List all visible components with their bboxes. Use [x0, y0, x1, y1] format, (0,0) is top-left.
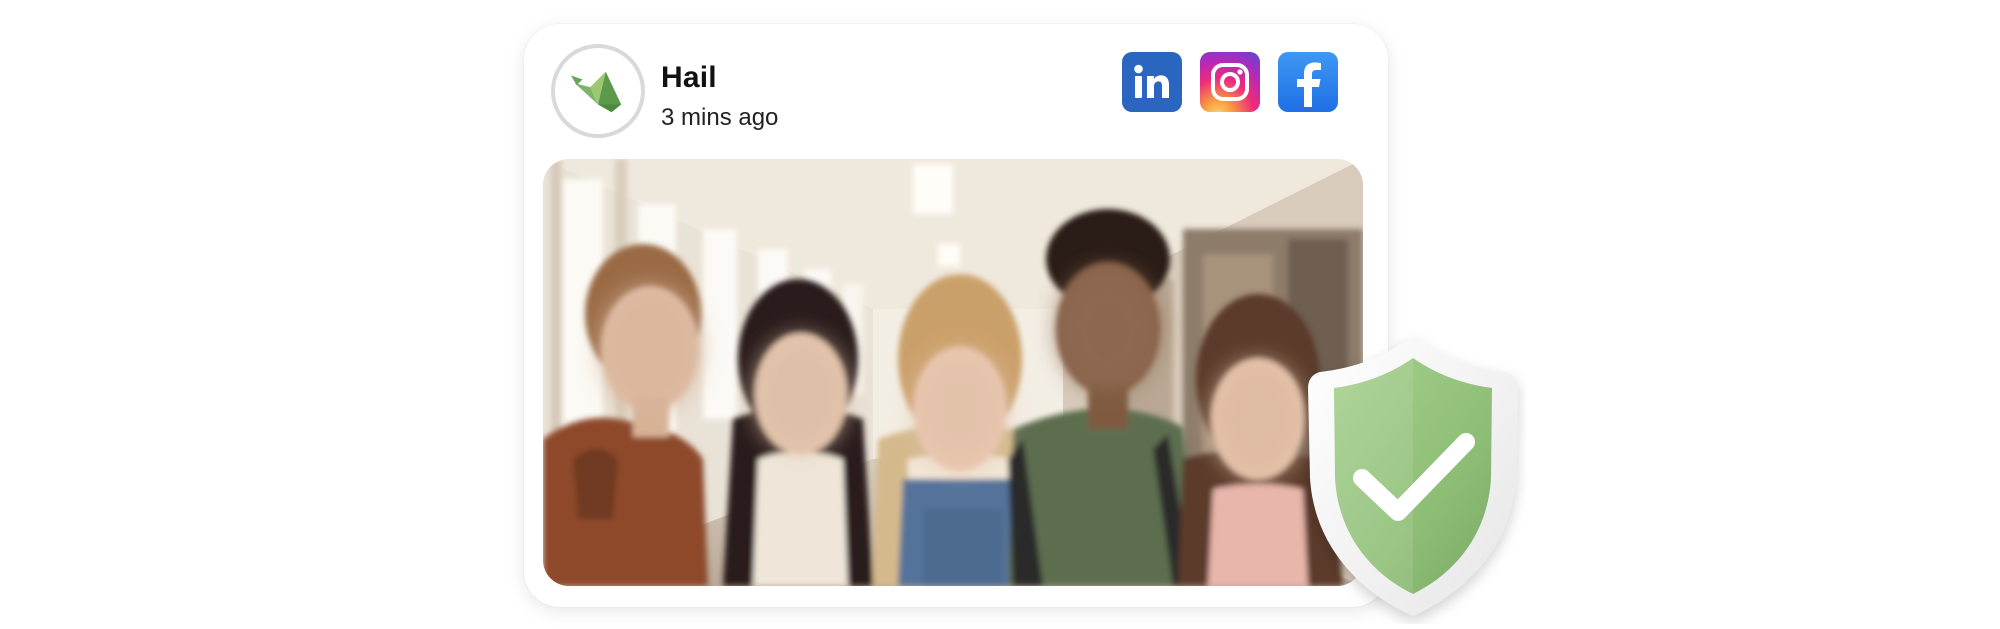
account-name[interactable]: Hail — [661, 61, 717, 95]
post-image[interactable] — [543, 159, 1363, 586]
instagram-share-button[interactable] — [1200, 52, 1260, 112]
linkedin-icon — [1134, 64, 1169, 98]
linkedin-share-button[interactable] — [1122, 52, 1182, 112]
facebook-share-button[interactable] — [1278, 52, 1338, 112]
instagram-icon — [1211, 63, 1249, 101]
avatar[interactable] — [551, 44, 645, 138]
verified-shield-badge — [1300, 328, 1526, 624]
stage: Hail 3 mins ago — [0, 0, 2000, 629]
facebook-icon — [1297, 62, 1321, 107]
hail-bird-logo-icon — [570, 71, 622, 113]
group-photo — [543, 159, 1363, 586]
shield-check-icon — [1308, 336, 1518, 616]
post-timestamp: 3 mins ago — [661, 104, 779, 131]
social-post-card: Hail 3 mins ago — [524, 24, 1388, 607]
